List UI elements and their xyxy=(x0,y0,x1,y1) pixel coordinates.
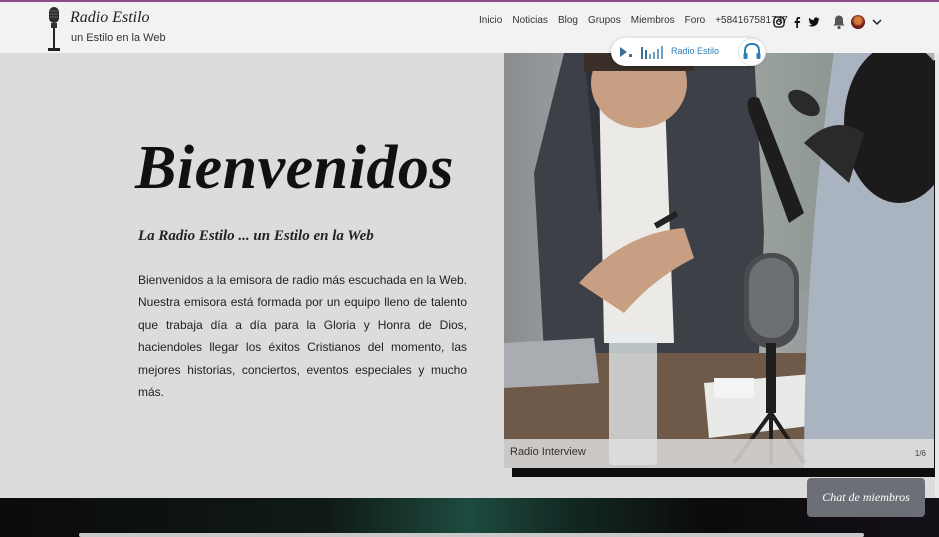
main-nav: Inicio Noticias Blog Grupos Miembros For… xyxy=(479,15,788,26)
gallery-caption: Radio Interview xyxy=(510,446,586,458)
twitter-icon[interactable] xyxy=(808,16,820,28)
chevron-down-icon[interactable] xyxy=(872,17,882,27)
headphones-icon xyxy=(743,42,761,59)
hero-title: Bienvenidos xyxy=(135,134,454,202)
site-header: Radio Estilo un Estilo en la Web Inicio … xyxy=(0,2,939,53)
image-gallery[interactable]: Radio Interview 1/6 xyxy=(504,53,934,468)
brand-title[interactable]: Radio Estilo xyxy=(70,9,150,27)
nav-item-miembros[interactable]: Miembros xyxy=(631,15,675,26)
gallery-caption-bar: Radio Interview 1/6 xyxy=(504,439,934,468)
radio-player[interactable]: Radio Estilo xyxy=(611,38,766,66)
facebook-icon[interactable] xyxy=(791,16,803,28)
player-station-name: Radio Estilo xyxy=(671,46,720,56)
brand-subtitle: un Estilo en la Web xyxy=(71,32,166,44)
microphone-icon[interactable] xyxy=(44,6,64,52)
nav-item-blog[interactable]: Blog xyxy=(558,15,578,26)
instagram-icon[interactable] xyxy=(773,16,785,28)
horizontal-scrollbar[interactable] xyxy=(79,533,864,537)
avatar[interactable] xyxy=(851,15,865,29)
gallery-counter: 1/6 xyxy=(914,449,926,458)
members-chat-button[interactable]: Chat de miembros xyxy=(807,478,925,517)
nav-item-noticias[interactable]: Noticias xyxy=(512,15,548,26)
bell-icon[interactable] xyxy=(832,14,846,30)
player-headphones-button[interactable] xyxy=(738,38,766,66)
next-section-preview xyxy=(0,498,939,537)
vertical-scrollbar[interactable] xyxy=(935,53,939,498)
hero-subtitle: La Radio Estilo ... un Estilo en la Web xyxy=(138,228,374,244)
nav-item-grupos[interactable]: Grupos xyxy=(588,15,621,26)
interview-photo xyxy=(504,53,934,468)
nav-item-inicio[interactable]: Inicio xyxy=(479,15,502,26)
hero-paragraph: Bienvenidos a la emisora de radio más es… xyxy=(138,273,467,400)
nav-item-foro[interactable]: Foro xyxy=(685,15,706,26)
volume-bars-icon[interactable] xyxy=(639,42,675,62)
play-icon[interactable] xyxy=(617,44,635,60)
